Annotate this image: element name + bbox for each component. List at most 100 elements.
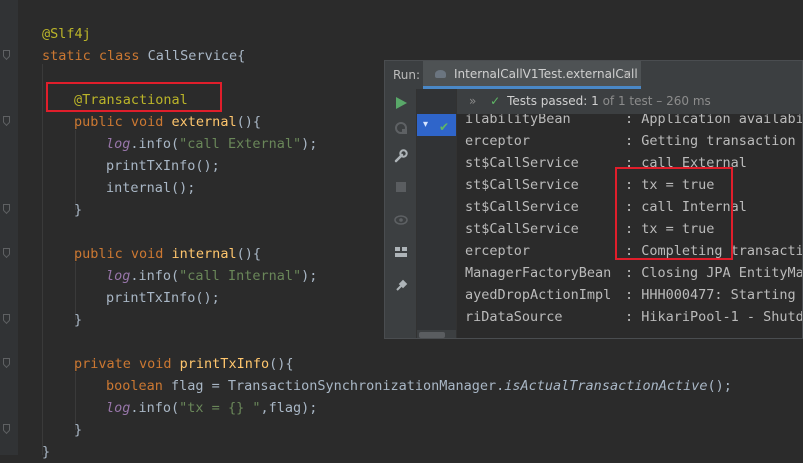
- code-text: (){: [269, 356, 294, 372]
- check-icon: ✓: [490, 94, 501, 108]
- console-line: st$CallService: tx = true: [465, 218, 714, 240]
- method-name: internal: [171, 246, 237, 262]
- run-tab-title: InternalCallV1Test.externalCall: [454, 67, 638, 81]
- tests-total: of 1 test: [602, 94, 653, 108]
- log-source: erceptor: [465, 133, 531, 149]
- collapse-arrows-icon[interactable]: »: [469, 94, 476, 108]
- console-line: erceptor: Getting transaction f: [465, 130, 796, 152]
- console-line: erceptor: Completing transactio: [465, 240, 802, 262]
- code-line: public void external(){: [74, 111, 261, 133]
- code-line: private void printTxInfo(){: [74, 353, 293, 375]
- log-source: st$CallService: [465, 199, 579, 215]
- log-source: st$CallService: [465, 155, 579, 171]
- test-pass-check-icon: ✔: [439, 120, 450, 134]
- highlight-box-console: [615, 167, 733, 260]
- close-icon[interactable]: ×: [622, 61, 632, 87]
- log-source: ayedDropActionImpl: [465, 287, 612, 303]
- console-line: ManagerFactoryBean: Closing JPA EntityMa…: [465, 262, 802, 284]
- fold-marker[interactable]: [3, 358, 10, 367]
- log-field: log: [106, 268, 131, 284]
- console-line: ilabilityBean : Application availabil: [465, 114, 802, 130]
- tree-scrollbar[interactable]: [417, 330, 456, 338]
- code-text: (){: [236, 114, 261, 130]
- fold-marker[interactable]: [3, 248, 10, 257]
- pin-icon[interactable]: [394, 279, 408, 293]
- console-line: st$CallService: tx = true: [465, 174, 714, 196]
- test-status-bar: » ✓ Tests passed: 1 of 1 test – 260 ms: [457, 89, 802, 114]
- run-toolbar: [385, 89, 417, 338]
- fold-marker[interactable]: [3, 424, 10, 433]
- code-line: static class CallService{: [42, 45, 245, 67]
- log-message: : Getting transaction f: [625, 133, 803, 149]
- console-line: riDataSource: HikariPool-1 - Shutdo: [465, 306, 802, 328]
- string-literal: "call Internal": [179, 268, 302, 284]
- editor-gutter: [0, 0, 18, 455]
- code-line: }: [74, 202, 83, 218]
- fold-marker[interactable]: [3, 116, 10, 125]
- fold-marker[interactable]: [3, 50, 10, 59]
- log-source: erceptor: [465, 243, 531, 259]
- code-line: log.info("tx = {} ",flag);: [106, 397, 317, 419]
- indent-guide: [75, 130, 76, 210]
- code-text: ();: [707, 378, 732, 394]
- rerun-failed-icon[interactable]: [394, 121, 408, 135]
- test-duration: – 260 ms: [656, 94, 711, 108]
- code-line: boolean flag = TransactionSynchronizatio…: [106, 375, 732, 397]
- console-output[interactable]: ilabilityBean : Application availabil erc…: [465, 114, 802, 338]
- code-text: flag = TransactionSynchronizationManager…: [171, 378, 505, 394]
- fold-marker[interactable]: [3, 314, 10, 323]
- log-source: ilabilityBean: [465, 114, 571, 127]
- test-tree[interactable]: ▾ ✔: [417, 89, 457, 338]
- string-literal: "call External": [179, 136, 302, 152]
- log-message: : Application availabil: [625, 114, 803, 127]
- log-source: st$CallService: [465, 221, 579, 237]
- log-message: : HikariPool-1 - Shutdo: [625, 309, 803, 325]
- code-line: @Slf4j: [42, 23, 91, 45]
- annotation-slf4j: @Slf4j: [42, 26, 91, 42]
- code-text: );: [301, 136, 318, 152]
- code-text: .info(: [130, 268, 180, 284]
- run-tab[interactable]: InternalCallV1Test.externalCall ×: [423, 61, 641, 89]
- keyword: public void: [74, 114, 172, 130]
- console-line: st$CallService: call External: [465, 152, 747, 174]
- code-line: }: [74, 312, 83, 328]
- code-line: log.info("call External");: [106, 133, 317, 155]
- test-tab-icon: [435, 70, 446, 78]
- static-method-call: isActualTransactionActive: [504, 378, 708, 394]
- method-name: external: [171, 114, 237, 130]
- keyword: public void: [74, 246, 172, 262]
- log-source: ManagerFactoryBean: [465, 265, 612, 281]
- eye-icon[interactable]: [394, 213, 408, 227]
- run-label: Run:: [393, 68, 421, 82]
- run-tool-window[interactable]: Run: InternalCallV1Test.externalCall × ▾…: [384, 60, 803, 339]
- code-line: public void internal(){: [74, 243, 261, 265]
- code-text: (){: [236, 246, 261, 262]
- keyword: boolean: [106, 378, 172, 394]
- code-text: .info(: [130, 136, 180, 152]
- fold-marker[interactable]: [3, 204, 10, 213]
- log-source: st$CallService: [465, 177, 579, 193]
- code-line: }: [74, 422, 83, 438]
- code-line: }: [42, 444, 51, 460]
- code-text: .info(: [130, 400, 180, 416]
- keyword: static class: [42, 48, 148, 64]
- code-text: );: [301, 268, 318, 284]
- string-literal: "tx = {} ": [179, 400, 261, 416]
- code-line: internal();: [106, 180, 196, 196]
- run-header: Run: InternalCallV1Test.externalCall ×: [385, 61, 802, 90]
- log-field: log: [106, 400, 131, 416]
- stop-icon[interactable]: [396, 182, 406, 192]
- tests-passed-label: Tests passed:: [507, 94, 588, 108]
- code-line: printTxInfo();: [106, 158, 220, 174]
- code-line: printTxInfo();: [106, 290, 220, 306]
- code-line: log.info("call Internal");: [106, 265, 317, 287]
- console-line: ayedDropActionImpl: HHH000477: Starting …: [465, 284, 796, 306]
- log-field: log: [106, 136, 131, 152]
- log-message: : HHH000477: Starting d: [625, 287, 803, 303]
- wrench-icon[interactable]: [394, 149, 408, 163]
- highlight-box-transactional: [46, 82, 222, 112]
- play-icon[interactable]: [396, 97, 407, 109]
- tree-expand-icon[interactable]: ▾: [423, 119, 428, 130]
- layout-icon[interactable]: [394, 245, 408, 259]
- scroll-thumb[interactable]: [419, 332, 445, 338]
